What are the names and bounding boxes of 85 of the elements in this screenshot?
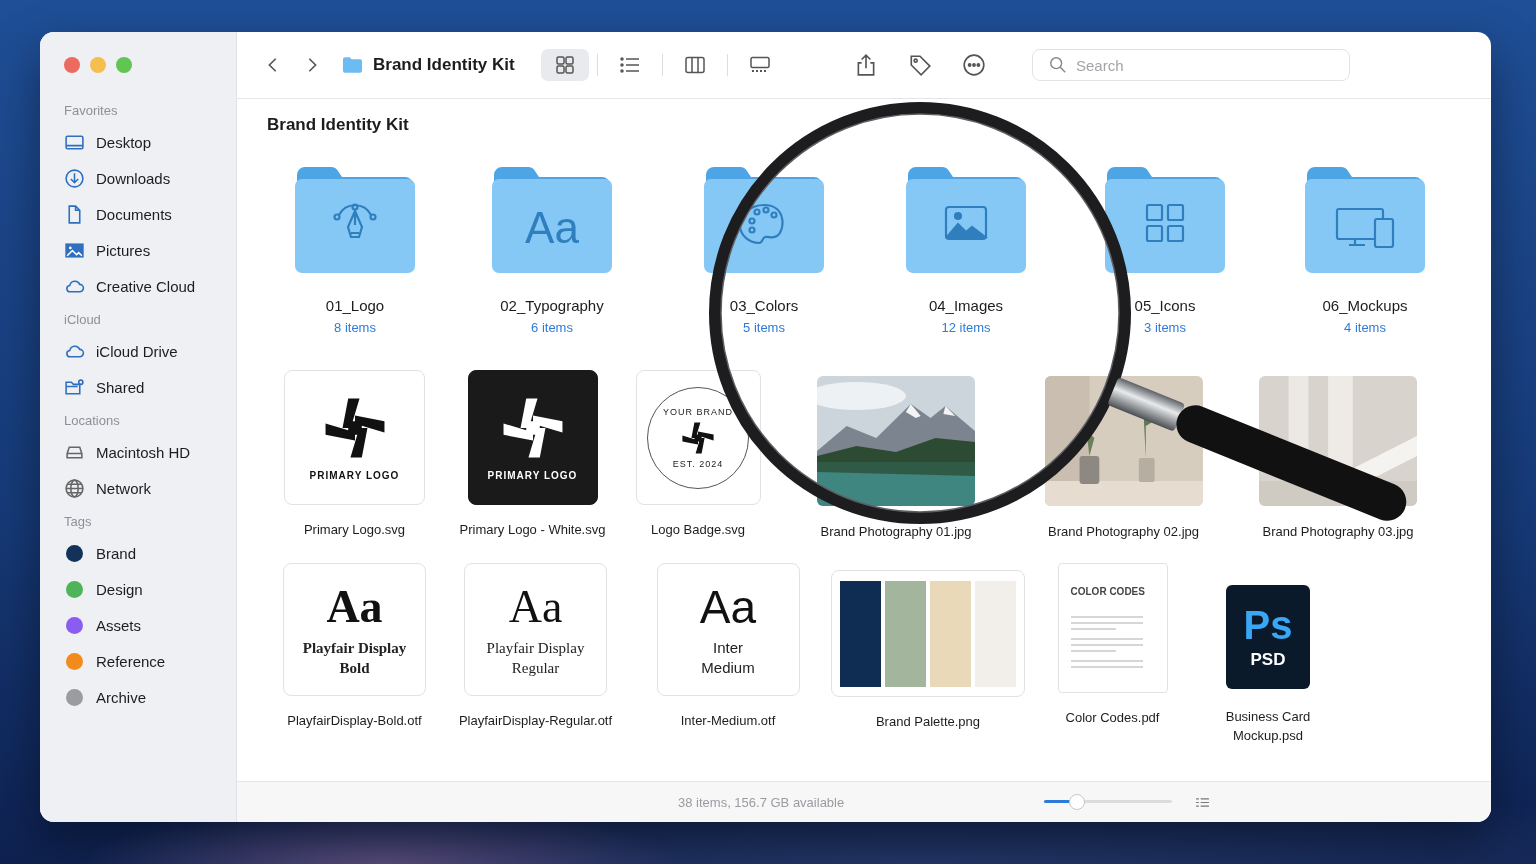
- font-thumbnail[interactable]: Aa Playfair Display Bold: [283, 563, 426, 696]
- file-name: Inter-Medium.otf: [680, 713, 776, 728]
- list-options-icon[interactable]: [1195, 796, 1211, 808]
- sidebar-item[interactable]: Reference: [64, 643, 236, 679]
- item-count: 3 items: [1144, 320, 1186, 335]
- sidebar-item[interactable]: Documents: [64, 196, 236, 232]
- sidebar-item[interactable]: Macintosh HD: [64, 434, 236, 470]
- item-count: 6 items: [531, 320, 573, 335]
- file-name: Brand Palette.png: [875, 714, 981, 729]
- folder-glyph: Aa: [525, 203, 579, 252]
- logo-caption: PRIMARY LOGO: [309, 470, 400, 481]
- palette-thumbnail[interactable]: [831, 570, 1025, 697]
- section-heading: Tags: [64, 514, 93, 529]
- window-title: Brand Identity Kit: [373, 55, 516, 75]
- file-name: Primary Logo - White.svg: [459, 522, 606, 537]
- folder-name: 04_Images: [928, 297, 1004, 314]
- file-name: Brand Photography 02.jpg: [1047, 524, 1200, 539]
- document-thumbnail[interactable]: COLOR CODES: [1057, 563, 1168, 693]
- file-name: PlayfairDisplay-Bold.otf: [287, 713, 422, 728]
- section-heading: iCloud: [64, 312, 102, 327]
- section-heading: Locations: [64, 413, 121, 428]
- folder-icon: [342, 56, 363, 74]
- file-name: PlayfairDisplay-Regular.otf: [458, 713, 613, 728]
- document-header: COLOR CODES: [1070, 586, 1145, 597]
- pinwheel-icon: [680, 419, 716, 456]
- tag-icon[interactable]: [908, 53, 932, 77]
- close-button[interactable]: [64, 57, 80, 73]
- item-count: 8 items: [334, 320, 376, 335]
- more-icon[interactable]: [962, 53, 986, 77]
- download-icon: [64, 167, 85, 189]
- font-sample: Aa: [326, 581, 383, 632]
- folder-name: 03_Colors: [729, 297, 799, 314]
- file-type-label: PSD: [1250, 650, 1286, 670]
- sidebar-item[interactable]: Archive: [64, 679, 236, 715]
- item-count: 4 items: [1344, 320, 1386, 335]
- folder-name: 02_Typography: [500, 297, 604, 314]
- search-field[interactable]: Search: [1032, 49, 1350, 81]
- item-count: 5 items: [743, 320, 785, 335]
- photoshop-file-icon[interactable]: Ps PSD: [1226, 585, 1310, 689]
- sidebar-item[interactable]: Brand: [64, 535, 236, 571]
- font-label: Playfair Display Bold: [302, 638, 407, 678]
- badge-thumbnail[interactable]: YOUR BRAND EST. 2024: [635, 370, 761, 505]
- badge-text: YOUR BRAND: [663, 406, 733, 417]
- badge-text: EST. 2024: [672, 458, 724, 469]
- folder-icon[interactable]: [1105, 167, 1225, 273]
- sidebar-item[interactable]: Assets: [64, 607, 236, 643]
- folder-name: 05_Icons: [1134, 297, 1196, 314]
- folder-name: 06_Mockups: [1322, 297, 1408, 314]
- search-icon: [1049, 56, 1067, 74]
- file-name: Brand Photography 03.jpg: [1262, 524, 1414, 539]
- logo-thumbnail[interactable]: PRIMARY LOGO: [284, 370, 425, 505]
- app-glyph: Ps: [1243, 604, 1293, 646]
- sidebar-item[interactable]: Shared: [64, 369, 236, 405]
- columns-icon: [684, 56, 706, 74]
- font-thumbnail[interactable]: Aa Inter Medium: [656, 563, 800, 696]
- shared-icon: [64, 376, 85, 398]
- file-name: Primary Logo.svg: [303, 522, 406, 537]
- list-icon: [619, 56, 641, 74]
- file-name: Logo Badge.svg: [651, 522, 745, 537]
- file-name: Brand Photography 01.jpg: [820, 524, 972, 539]
- sidebar-item[interactable]: Network: [64, 470, 236, 506]
- font-thumbnail[interactable]: Aa Playfair Display Regular: [464, 563, 607, 696]
- font-label: Playfair Display Regular: [486, 638, 585, 678]
- font-sample: Aa: [699, 581, 757, 632]
- gallery-icon: [749, 56, 771, 74]
- status-text: 38 items, 156.7 GB available: [678, 794, 845, 810]
- file-name: Business Card Mockup.psd: [1224, 708, 1312, 745]
- logo-caption: PRIMARY LOGO: [487, 470, 578, 481]
- sidebar-item[interactable]: iCloud Drive: [64, 333, 236, 369]
- logo-thumbnail[interactable]: PRIMARY LOGO: [467, 370, 598, 505]
- sidebar-item[interactable]: Design: [64, 571, 236, 607]
- sidebar-item[interactable]: Pictures: [64, 232, 236, 268]
- font-sample: Aa: [508, 581, 563, 632]
- folder-heading: Brand Identity Kit: [267, 115, 410, 135]
- grid-icon: [554, 56, 576, 74]
- globe-icon: [64, 477, 85, 499]
- sidebar-item[interactable]: Creative Cloud: [64, 268, 236, 304]
- section-heading: Favorites: [64, 103, 119, 118]
- sidebar-item[interactable]: Downloads: [64, 160, 236, 196]
- icons-view-button[interactable]: [541, 49, 589, 81]
- file-name: Color Codes.pdf: [1065, 710, 1160, 725]
- sidebar-item[interactable]: Desktop: [64, 124, 236, 160]
- font-label: Inter Medium: [701, 637, 755, 678]
- item-count: 12 items: [941, 320, 991, 335]
- folder-name: 01_Logo: [325, 297, 385, 314]
